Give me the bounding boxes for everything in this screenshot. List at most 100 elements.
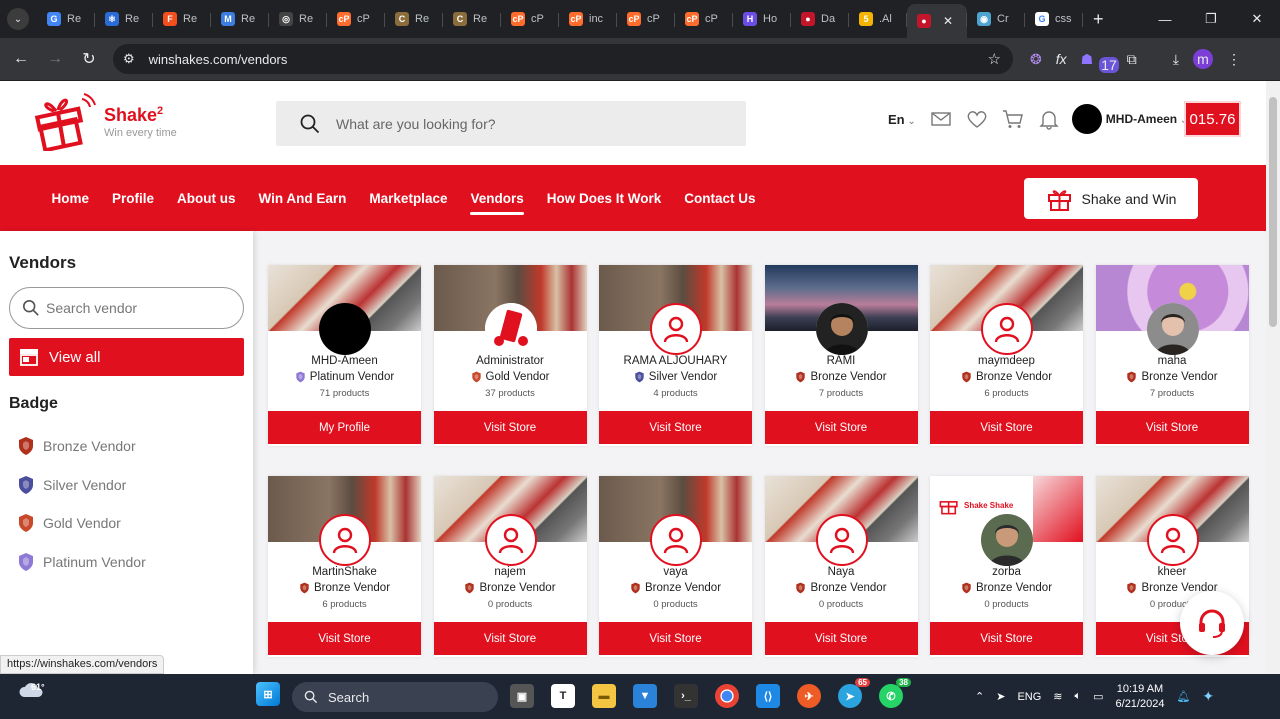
vendor-avatar[interactable]	[981, 514, 1033, 566]
nav-link-win-and-earn[interactable]: Win And Earn	[259, 191, 347, 206]
vendor-name[interactable]: MHD-Ameen	[268, 355, 421, 367]
new-tab-button[interactable]: +	[1093, 9, 1104, 30]
visit-store-button[interactable]: Visit Store	[1095, 411, 1249, 444]
username-menu[interactable]: MHD-Ameen ⌄	[1106, 112, 1189, 126]
visit-store-button[interactable]: Visit Store	[268, 622, 421, 655]
browser-tab[interactable]: F Re	[153, 4, 211, 34]
whatsapp-icon[interactable]: ✆ 38	[879, 678, 911, 708]
nav-link-home[interactable]: Home	[52, 191, 90, 206]
visit-store-button[interactable]: Visit Store	[764, 411, 918, 444]
start-button[interactable]: ⊞	[256, 682, 280, 706]
vendor-search-input[interactable]: Search vendor	[9, 287, 244, 329]
battery-icon[interactable]: ▭	[1093, 690, 1103, 703]
browser-tab[interactable]: M Re	[211, 4, 269, 34]
teams-icon[interactable]: T	[551, 684, 575, 708]
vendor-avatar[interactable]	[981, 303, 1033, 355]
visit-store-button[interactable]: Visit Store	[599, 622, 752, 655]
badge-filter-silver-vendor[interactable]: Silver Vendor	[17, 466, 146, 505]
downloads-icon[interactable]: ⤓	[1173, 51, 1179, 68]
telegram-icon[interactable]: ➤ 65	[838, 678, 870, 708]
copilot-icon[interactable]: ✦	[1202, 688, 1214, 705]
browser-tab[interactable]: G Re	[37, 4, 95, 34]
vendor-name[interactable]: RAMI	[765, 355, 918, 367]
input-language[interactable]: ENG	[1017, 691, 1041, 703]
browser-tab[interactable]: ● ✕	[907, 4, 967, 38]
tray-overflow-icon[interactable]: ⌃	[975, 690, 984, 703]
nav-link-how-does-it-work[interactable]: How Does It Work	[547, 191, 662, 206]
chrome-icon[interactable]	[715, 684, 739, 708]
vendor-name[interactable]: RAMA ALJOUHARY	[599, 355, 752, 367]
shake-and-win-button[interactable]: Shake and Win	[1024, 178, 1198, 219]
vendor-avatar[interactable]	[650, 514, 702, 566]
vendor-avatar[interactable]	[319, 303, 371, 355]
browser-tab[interactable]: ● Da	[791, 4, 849, 34]
browser-tab[interactable]: H Ho	[733, 4, 791, 34]
balance-badge[interactable]: 015.76	[1184, 101, 1241, 137]
clock[interactable]: 10:19 AM 6/21/2024	[1116, 682, 1165, 712]
vendor-name[interactable]: Administrator	[434, 355, 587, 367]
vendor-avatar[interactable]	[484, 514, 537, 566]
browser-tab[interactable]: Gcss	[1025, 4, 1083, 34]
extension-badge-icon[interactable]: ☗ 17	[1081, 51, 1119, 73]
vendor-avatar[interactable]	[650, 303, 702, 355]
vendor-name[interactable]: vaya	[599, 566, 752, 578]
postman-icon[interactable]: ✈	[797, 684, 821, 708]
scrollbar-thumb[interactable]	[1269, 97, 1277, 327]
vscode-icon[interactable]: ⟨⟩	[756, 684, 780, 708]
weather-widget[interactable]: 61°	[18, 682, 45, 700]
extensions-puzzle-icon[interactable]: ⧉	[1127, 51, 1137, 68]
tray-telegram-icon[interactable]: ➤	[996, 690, 1005, 703]
extension-formula-icon[interactable]: fx	[1056, 51, 1067, 67]
browser-tab[interactable]: ◉ Cr	[967, 4, 1025, 34]
badge-filter-gold-vendor[interactable]: Gold Vendor	[17, 504, 146, 543]
vendor-avatar[interactable]	[1146, 514, 1199, 566]
vendor-name[interactable]: maha	[1096, 355, 1249, 367]
user-avatar[interactable]	[1071, 104, 1102, 134]
bell-icon[interactable]	[1038, 108, 1060, 130]
vendor-avatar[interactable]	[319, 514, 371, 566]
nav-link-marketplace[interactable]: Marketplace	[369, 191, 447, 206]
view-all-button[interactable]: View all	[9, 338, 244, 376]
volume-icon[interactable]: 🔈︎	[1075, 690, 1082, 703]
site-search-input[interactable]: What are you looking for?	[276, 101, 746, 146]
close-tab-icon[interactable]: ✕	[943, 14, 953, 28]
task-view-icon[interactable]: ▣	[510, 684, 534, 708]
language-selector[interactable]: En ⌄	[888, 112, 916, 127]
visit-store-button[interactable]: Visit Store	[764, 622, 918, 655]
visit-store-button[interactable]: Visit Store	[599, 411, 752, 444]
nav-link-profile[interactable]: Profile	[112, 191, 154, 206]
vpn-icon[interactable]: ▼	[633, 684, 657, 708]
browser-tab[interactable]: cP cP	[675, 4, 733, 34]
support-chat-button[interactable]	[1180, 591, 1244, 655]
browser-tab[interactable]: 5 .Al	[849, 4, 907, 34]
vendor-avatar[interactable]	[815, 303, 868, 355]
close-window-button[interactable]: ✕	[1234, 0, 1280, 38]
vendor-name[interactable]: kheer	[1096, 566, 1249, 578]
nav-link-about-us[interactable]: About us	[177, 191, 236, 206]
visit-store-button[interactable]: Visit Store	[433, 411, 587, 444]
browser-tab[interactable]: C Re	[385, 4, 443, 34]
browser-tab[interactable]: cP cP	[501, 4, 559, 34]
forward-button[interactable]: →	[38, 50, 72, 68]
reload-button[interactable]: ↻	[72, 49, 106, 69]
browser-menu-icon[interactable]: ⋮	[1227, 51, 1241, 68]
notification-bell-icon[interactable]: 🔔︎	[1176, 690, 1190, 703]
bookmark-star-icon[interactable]: ☆	[988, 50, 1001, 68]
extension-brain-icon[interactable]: ❂	[1030, 51, 1042, 68]
nav-link-contact-us[interactable]: Contact Us	[684, 191, 755, 206]
vendor-name[interactable]: maymdeep	[930, 355, 1083, 367]
vendor-avatar[interactable]	[1146, 303, 1199, 355]
browser-tab[interactable]: ◎ Re	[269, 4, 327, 34]
taskbar-search[interactable]: Search	[292, 682, 498, 712]
mail-icon[interactable]	[930, 108, 952, 130]
address-bar[interactable]: ⚙ winshakes.com/vendors ☆	[113, 44, 1013, 74]
cart-icon[interactable]	[1002, 108, 1024, 130]
nav-link-vendors[interactable]: Vendors	[470, 191, 525, 215]
site-logo[interactable]: Shake2 Win every time	[34, 93, 177, 151]
browser-tab[interactable]: C Re	[443, 4, 501, 34]
browser-tab[interactable]: cP cP	[327, 4, 385, 34]
visit-store-button[interactable]: Visit Store	[930, 411, 1083, 444]
visit-store-button[interactable]: Visit Store	[433, 622, 587, 655]
badge-filter-platinum-vendor[interactable]: Platinum Vendor	[17, 543, 146, 582]
file-explorer-icon[interactable]: ▬	[592, 684, 616, 708]
